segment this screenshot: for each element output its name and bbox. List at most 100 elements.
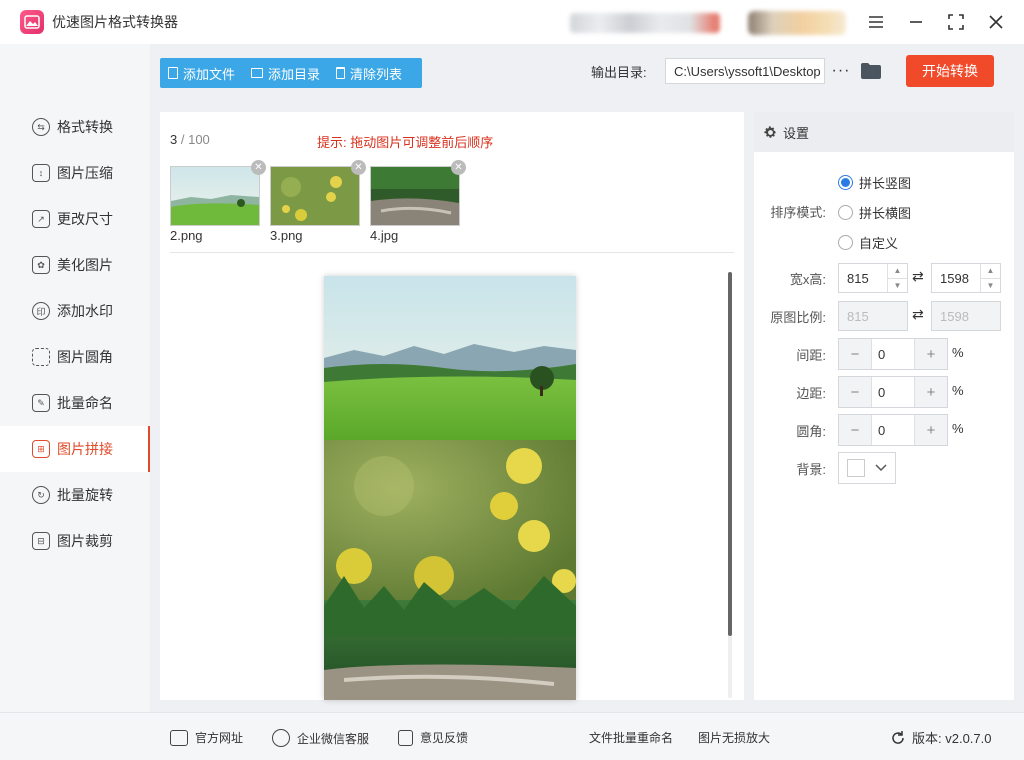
meadow-image	[171, 167, 259, 225]
chevron-up-icon[interactable]: ▲	[888, 264, 907, 278]
sort-mode-label: 排序模式:	[770, 205, 826, 220]
margin-stepper[interactable]: − 0 +	[838, 376, 948, 408]
radius-stepper[interactable]: − 0 +	[838, 414, 948, 446]
sort-option-horizontal[interactable]: 拼长横图	[838, 203, 911, 222]
refresh-icon	[892, 730, 904, 744]
width-input[interactable]: 815 ▲ ▼	[838, 263, 908, 293]
sort-option-custom[interactable]: 自定义	[838, 233, 898, 252]
settings-header: 设置	[754, 112, 1014, 152]
minimize-icon[interactable]	[902, 8, 930, 36]
output-dir-input[interactable]: C:\Users\yssoft1\Desktop	[665, 58, 825, 84]
width-value: 815	[847, 270, 869, 286]
spacing-stepper[interactable]: − 0 +	[838, 338, 948, 370]
title-bar: 优速图片格式转换器	[0, 0, 1024, 44]
thumbnail-meadow[interactable]: ✕	[170, 160, 266, 226]
chevron-down-icon	[875, 464, 887, 472]
river-image	[371, 167, 459, 225]
app-title: 优速图片格式转换器	[52, 14, 178, 30]
wechat-service-link[interactable]: 企业微信客服	[272, 729, 369, 747]
percent-unit: %	[952, 383, 964, 398]
add-file-button[interactable]: 添加文件	[160, 58, 243, 88]
version-info[interactable]: 版本: v2.0.7.0	[890, 728, 991, 747]
sidebar-item-label: 批量命名	[57, 395, 113, 411]
width-spinner[interactable]: ▲ ▼	[887, 264, 907, 292]
sidebar-item-crop[interactable]: ⊟ 图片裁剪	[0, 518, 150, 564]
remove-thumbnail-icon[interactable]: ✕	[251, 160, 266, 175]
sidebar-item-round-corner[interactable]: 图片圆角	[0, 334, 150, 380]
sidebar-item-stitch[interactable]: ⊞ 图片拼接	[0, 426, 150, 472]
sort-option-label: 自定义	[859, 236, 899, 251]
sidebar-item-format-convert[interactable]: ⇆ 格式转换	[0, 104, 150, 150]
stitched-preview	[324, 276, 576, 700]
output-dir-label: 输出目录:	[591, 65, 647, 80]
sort-option-label: 拼长横图	[859, 206, 912, 221]
thumbnail-filename: 4.jpg	[370, 228, 399, 243]
chevron-down-icon[interactable]: ▼	[888, 277, 907, 293]
sidebar-item-watermark[interactable]: 印添加水印	[0, 288, 150, 334]
background-color-picker[interactable]	[838, 452, 896, 484]
margin-value[interactable]: 0	[871, 377, 915, 407]
increment-button[interactable]: +	[915, 377, 947, 407]
increment-button[interactable]: +	[915, 415, 947, 445]
compress-icon: ↕	[32, 164, 50, 182]
swap-icon[interactable]: ⇄	[912, 306, 924, 323]
website-icon	[170, 729, 188, 746]
remove-thumbnail-icon[interactable]: ✕	[451, 160, 466, 175]
sidebar-item-compress[interactable]: ↕ 图片压缩	[0, 150, 150, 196]
height-input[interactable]: 1598 ▲ ▼	[931, 263, 1001, 293]
ratio-height-value: 1598	[940, 308, 969, 324]
batch-rename-link[interactable]: 文件批量重命名	[589, 729, 673, 746]
app-logo-icon	[20, 10, 44, 34]
decrement-button[interactable]: −	[839, 339, 871, 369]
fullscreen-icon[interactable]	[942, 8, 970, 36]
file-count: 3 / 100	[170, 132, 210, 147]
stitch-icon: ⊞	[32, 440, 50, 458]
thumbnail-river[interactable]: ✕	[370, 160, 466, 226]
increment-button[interactable]: +	[915, 339, 947, 369]
feedback-link[interactable]: 意见反馈	[398, 729, 468, 746]
preview-scrollbar[interactable]	[728, 272, 732, 636]
chevron-up-icon[interactable]: ▲	[981, 264, 1000, 278]
radius-value[interactable]: 0	[871, 415, 915, 445]
clear-list-button[interactable]: 清除列表	[328, 58, 410, 88]
batch-rename-label: 文件批量重命名	[589, 731, 674, 745]
remove-thumbnail-icon[interactable]: ✕	[351, 160, 366, 175]
website-link[interactable]: 官方网址	[170, 729, 243, 746]
swap-icon[interactable]: ⇄	[912, 268, 924, 285]
sidebar-item-label: 图片裁剪	[57, 533, 113, 549]
sidebar-item-resize[interactable]: ↗ 更改尺寸	[0, 196, 150, 242]
sidebar-item-rename[interactable]: ✎ 批量命名	[0, 380, 150, 426]
open-folder-icon[interactable]	[860, 62, 882, 83]
add-dir-button[interactable]: 添加目录	[243, 58, 328, 88]
radio-unchecked-icon	[838, 205, 853, 220]
lossless-enlarge-link[interactable]: 图片无损放大	[698, 729, 770, 746]
height-spinner[interactable]: ▲ ▼	[980, 264, 1000, 292]
sidebar-item-rotate[interactable]: ↻ 批量旋转	[0, 472, 150, 518]
beautify-icon: ✿	[32, 256, 50, 274]
start-convert-button[interactable]: 开始转换	[906, 55, 994, 87]
sidebar-item-beautify[interactable]: ✿ 美化图片	[0, 242, 150, 288]
lossless-label: 图片无损放大	[698, 731, 771, 745]
sort-option-vertical[interactable]: 拼长竖图	[838, 173, 911, 192]
close-icon[interactable]	[982, 8, 1010, 36]
image-list-panel: 3 / 100 提示: 拖动图片可调整前后顺序 ✕ ✕ ✕ 2.png 3.pn…	[160, 112, 744, 700]
file-count-total: / 100	[180, 132, 210, 147]
spacing-value[interactable]: 0	[871, 339, 915, 369]
more-options-button[interactable]: ···	[831, 58, 851, 84]
add-dir-label: 添加目录	[268, 66, 321, 82]
radio-unchecked-icon	[838, 235, 853, 250]
chevron-down-icon[interactable]: ▼	[981, 277, 1000, 293]
thumbnail-flowers[interactable]: ✕	[270, 160, 366, 226]
file-icon	[168, 67, 178, 79]
sort-option-label: 拼长竖图	[859, 176, 912, 191]
version-label: 版本: v2.0.7.0	[912, 731, 992, 746]
decrement-button[interactable]: −	[839, 377, 871, 407]
sidebar-item-label: 添加水印	[57, 303, 113, 319]
rename-icon: ✎	[32, 394, 50, 412]
size-label: 宽x高:	[789, 272, 826, 287]
ratio-width-value: 815	[847, 308, 869, 324]
settings-title: 设置	[783, 125, 810, 141]
blurred-avatar-badge[interactable]	[748, 11, 846, 35]
decrement-button[interactable]: −	[839, 415, 871, 445]
menu-icon[interactable]	[862, 8, 890, 36]
